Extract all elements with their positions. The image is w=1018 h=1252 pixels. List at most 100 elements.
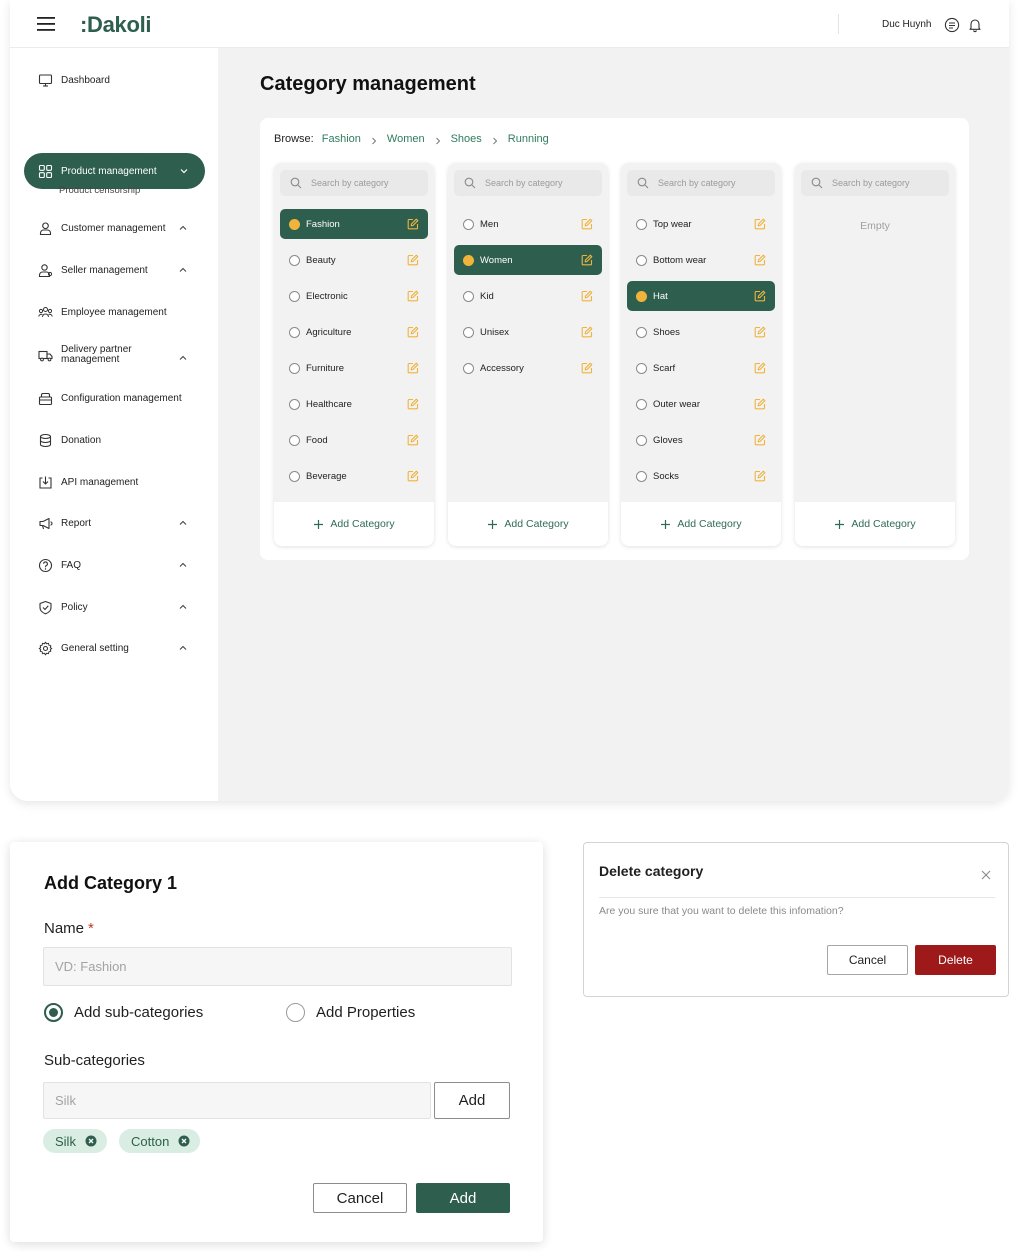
- chevron-up-icon[interactable]: [178, 223, 188, 233]
- edit-icon[interactable]: [581, 218, 593, 230]
- radio-unselected[interactable]: [463, 218, 474, 230]
- edit-icon[interactable]: [407, 218, 419, 230]
- radio-unselected[interactable]: [636, 470, 647, 482]
- radio-unselected[interactable]: [636, 254, 647, 266]
- sidebar-item-donation[interactable]: Donation: [38, 430, 101, 450]
- close-icon[interactable]: [980, 869, 992, 881]
- radio-unselected[interactable]: [289, 254, 300, 266]
- category-item[interactable]: Gloves: [627, 425, 775, 455]
- add-category-button[interactable]: Add Category: [274, 502, 434, 546]
- category-item[interactable]: Beverage: [280, 461, 428, 491]
- category-item[interactable]: Kid: [454, 281, 602, 311]
- remove-chip-icon[interactable]: [178, 1135, 190, 1147]
- category-item[interactable]: Agriculture: [280, 317, 428, 347]
- radio-selected[interactable]: [636, 290, 647, 302]
- add-button[interactable]: Add: [416, 1183, 510, 1213]
- chevron-up-icon[interactable]: [178, 560, 188, 570]
- edit-icon[interactable]: [407, 434, 419, 446]
- category-item[interactable]: Socks: [627, 461, 775, 491]
- add-subcategory-button[interactable]: Add: [434, 1082, 510, 1119]
- radio-unselected[interactable]: [289, 290, 300, 302]
- add-category-button[interactable]: Add Category: [795, 502, 955, 546]
- radio-unselected[interactable]: [289, 326, 300, 338]
- sidebar-item-employee-management[interactable]: Employee management: [38, 302, 167, 322]
- sidebar-item-policy[interactable]: Policy: [38, 597, 187, 617]
- radio-unselected[interactable]: [636, 398, 647, 410]
- radio-unselected[interactable]: [286, 1003, 305, 1022]
- sidebar-item-delivery-partner-management[interactable]: Delivery partner management: [38, 345, 187, 371]
- edit-icon[interactable]: [754, 290, 766, 302]
- category-item[interactable]: Furniture: [280, 353, 428, 383]
- category-item[interactable]: Electronic: [280, 281, 428, 311]
- option-add-properties[interactable]: Add Properties: [286, 1003, 415, 1022]
- category-item[interactable]: Top wear: [627, 209, 775, 239]
- chevron-up-icon[interactable]: [178, 602, 188, 612]
- category-search-input[interactable]: Search by category: [627, 170, 775, 196]
- breadcrumb-item[interactable]: Shoes: [451, 133, 482, 145]
- radio-unselected[interactable]: [289, 434, 300, 446]
- chevron-up-icon[interactable]: [178, 265, 188, 275]
- radio-selected[interactable]: [44, 1003, 63, 1022]
- category-item[interactable]: Fashion: [280, 209, 428, 239]
- radio-unselected[interactable]: [636, 434, 647, 446]
- chevron-up-icon[interactable]: [178, 353, 188, 363]
- sidebar-subitem-product-censorship[interactable]: Product censorship: [59, 185, 140, 196]
- category-item[interactable]: Bottom wear: [627, 245, 775, 275]
- edit-icon[interactable]: [754, 254, 766, 266]
- edit-icon[interactable]: [754, 362, 766, 374]
- sidebar-item-api-management[interactable]: API management: [38, 472, 138, 492]
- category-item[interactable]: Outer wear: [627, 389, 775, 419]
- radio-unselected[interactable]: [636, 362, 647, 374]
- edit-icon[interactable]: [754, 398, 766, 410]
- edit-icon[interactable]: [581, 254, 593, 266]
- sidebar-item-seller-management[interactable]: Seller management: [38, 260, 187, 280]
- radio-unselected[interactable]: [289, 362, 300, 374]
- edit-icon[interactable]: [407, 290, 419, 302]
- add-category-button[interactable]: Add Category: [448, 502, 608, 546]
- edit-icon[interactable]: [754, 326, 766, 338]
- add-category-button[interactable]: Add Category: [621, 502, 781, 546]
- remove-chip-icon[interactable]: [85, 1135, 97, 1147]
- chevron-up-icon[interactable]: [178, 643, 188, 653]
- edit-icon[interactable]: [581, 362, 593, 374]
- edit-icon[interactable]: [407, 326, 419, 338]
- category-item[interactable]: Healthcare: [280, 389, 428, 419]
- radio-unselected[interactable]: [463, 362, 474, 374]
- edit-icon[interactable]: [581, 326, 593, 338]
- breadcrumb-item[interactable]: Fashion: [322, 133, 361, 145]
- breadcrumb-item[interactable]: Running: [508, 133, 549, 145]
- sidebar-item-dashboard[interactable]: Dashboard: [38, 70, 110, 90]
- chevron-up-icon[interactable]: [178, 518, 188, 528]
- chevron-down-icon[interactable]: [179, 166, 189, 176]
- breadcrumb-item[interactable]: Women: [387, 133, 425, 145]
- sidebar-subitem-category-management[interactable]: Category management: [59, 156, 161, 167]
- radio-unselected[interactable]: [636, 326, 647, 338]
- category-item[interactable]: Beauty: [280, 245, 428, 275]
- category-item[interactable]: Shoes: [627, 317, 775, 347]
- category-search-input[interactable]: Search by category: [454, 170, 602, 196]
- sidebar-item-configuration-management[interactable]: Configuration management: [38, 388, 182, 408]
- category-item[interactable]: Unisex: [454, 317, 602, 347]
- category-item[interactable]: Women: [454, 245, 602, 275]
- message-icon[interactable]: [944, 17, 960, 33]
- category-item[interactable]: Scarf: [627, 353, 775, 383]
- edit-icon[interactable]: [754, 470, 766, 482]
- category-search-input[interactable]: Search by category: [280, 170, 428, 196]
- edit-icon[interactable]: [407, 398, 419, 410]
- edit-icon[interactable]: [581, 290, 593, 302]
- logo[interactable]: :Dakoli: [80, 12, 152, 38]
- edit-icon[interactable]: [407, 254, 419, 266]
- radio-unselected[interactable]: [463, 326, 474, 338]
- bell-icon[interactable]: [967, 17, 983, 33]
- edit-icon[interactable]: [407, 470, 419, 482]
- category-search-input[interactable]: Search by category: [801, 170, 949, 196]
- subcategory-input[interactable]: Silk: [43, 1082, 431, 1119]
- category-item[interactable]: Food: [280, 425, 428, 455]
- name-input[interactable]: VD: Fashion: [43, 947, 512, 986]
- sidebar-item-customer-management[interactable]: Customer management: [38, 218, 187, 238]
- cancel-button[interactable]: Cancel: [827, 945, 908, 975]
- radio-unselected[interactable]: [636, 218, 647, 230]
- edit-icon[interactable]: [754, 218, 766, 230]
- radio-unselected[interactable]: [289, 398, 300, 410]
- category-item[interactable]: Hat: [627, 281, 775, 311]
